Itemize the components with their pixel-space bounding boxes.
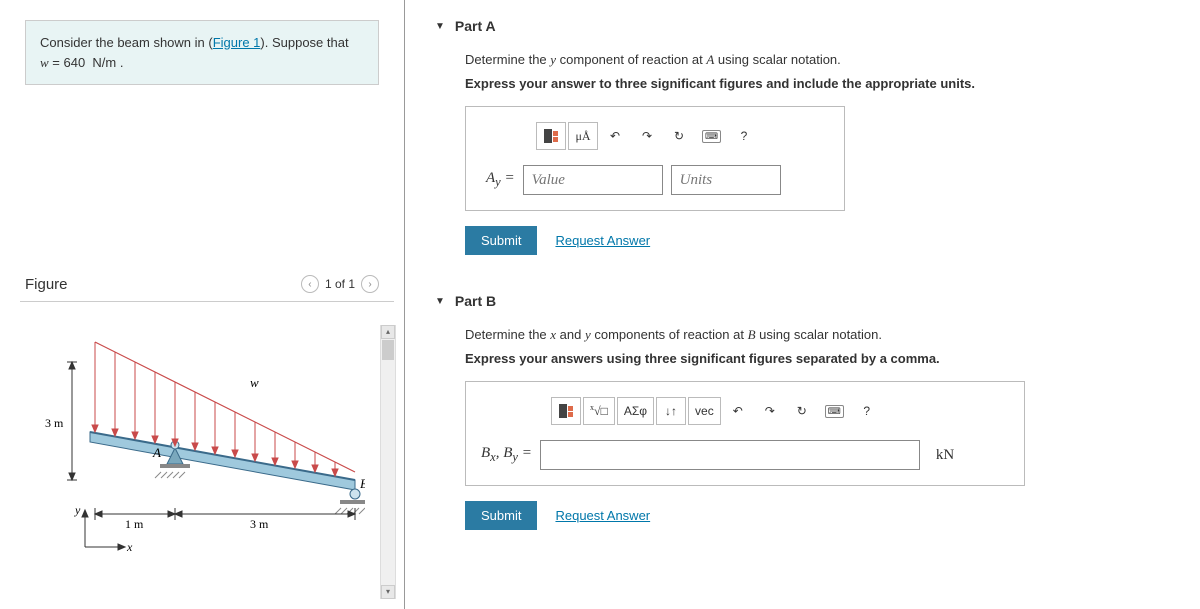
part-a-submit-row: Submit Request Answer — [465, 226, 1170, 255]
problem-var: w — [40, 55, 49, 70]
part-a-header[interactable]: ▼ Part A — [435, 10, 1180, 42]
problem-equation: = 640 N/m . — [49, 55, 124, 70]
subscript-button[interactable]: ↓↑ — [656, 397, 686, 425]
part-b-answer-box: x√□ ΑΣφ ↓↑ vec ↶ ↷ ↻ ⌨ ? Bx, By = kN — [465, 381, 1025, 486]
axis-y: y — [74, 503, 81, 517]
help-button[interactable]: ? — [852, 397, 882, 425]
redo-button[interactable]: ↷ — [755, 397, 785, 425]
part-b-answer-row: Bx, By = kN — [481, 440, 1009, 470]
part-b-section: ▼ Part B Determine the x and y component… — [435, 285, 1180, 540]
vec-button[interactable]: vec — [688, 397, 721, 425]
value-input[interactable] — [523, 165, 663, 195]
figure-nav-text: 1 of 1 — [325, 277, 355, 291]
submit-button[interactable]: Submit — [465, 501, 537, 530]
scroll-down-button[interactable]: ▾ — [381, 585, 395, 599]
request-answer-link[interactable]: Request Answer — [555, 233, 650, 248]
part-a-section: ▼ Part A Determine the y component of re… — [435, 10, 1180, 265]
greek-button[interactable]: ΑΣφ — [617, 397, 654, 425]
problem-text-post: ). Suppose that — [260, 35, 348, 50]
figure-link[interactable]: Figure 1 — [213, 35, 261, 50]
caret-down-icon: ▼ — [435, 296, 445, 307]
problem-statement: Consider the beam shown in (Figure 1). S… — [25, 20, 379, 85]
part-a-toolbar: μÅ ↶ ↷ ↻ ⌨ ? — [536, 122, 829, 150]
units-input[interactable] — [671, 165, 781, 195]
figure-next-button[interactable]: › — [361, 275, 379, 293]
part-b-title: Part B — [455, 293, 496, 309]
figure-diagram: 3 m 1 m 3 m — [0, 302, 404, 565]
scrollbar[interactable]: ▴ ▾ — [380, 325, 396, 599]
keyboard-button[interactable]: ⌨ — [819, 397, 850, 425]
caret-down-icon: ▼ — [435, 21, 445, 32]
part-b-header[interactable]: ▼ Part B — [435, 285, 1180, 317]
part-a-label: Ay = — [486, 170, 515, 190]
label-A: A — [152, 445, 161, 460]
part-b-instruction: Express your answers using three signifi… — [465, 351, 1170, 366]
keyboard-button[interactable]: ⌨ — [696, 122, 727, 150]
value-input[interactable] — [540, 440, 920, 470]
dim-3m-horiz: 3 m — [250, 517, 269, 531]
keyboard-icon: ⌨ — [825, 405, 844, 418]
part-b-prompt: Determine the x and y components of reac… — [465, 327, 1170, 343]
keyboard-icon: ⌨ — [702, 130, 721, 143]
figure-nav: ‹ 1 of 1 › — [301, 275, 379, 293]
root-button[interactable]: x√□ — [583, 397, 615, 425]
redo-button[interactable]: ↷ — [632, 122, 662, 150]
scroll-up-button[interactable]: ▴ — [381, 325, 395, 339]
label-B: B — [360, 476, 365, 491]
left-panel: Consider the beam shown in (Figure 1). S… — [0, 0, 405, 609]
dim-3m-vert: 3 m — [45, 416, 64, 430]
part-a-prompt: Determine the y component of reaction at… — [465, 52, 1170, 68]
reset-button[interactable]: ↻ — [787, 397, 817, 425]
dim-1m: 1 m — [125, 517, 144, 531]
undo-button[interactable]: ↶ — [723, 397, 753, 425]
scrollbar-thumb[interactable] — [382, 340, 394, 360]
part-b-label: Bx, By = — [481, 445, 532, 465]
root-icon: x√□ — [590, 403, 608, 419]
request-answer-link[interactable]: Request Answer — [555, 508, 650, 523]
axis-x: x — [126, 540, 133, 552]
mixed-fraction-icon — [544, 129, 558, 143]
undo-button[interactable]: ↶ — [600, 122, 630, 150]
reset-button[interactable]: ↻ — [664, 122, 694, 150]
part-a-title: Part A — [455, 18, 496, 34]
label-w: w — [250, 375, 259, 390]
figure-header: Figure ‹ 1 of 1 › — [0, 265, 404, 301]
fraction-icon — [559, 404, 573, 418]
part-b-toolbar: x√□ ΑΣφ ↓↑ vec ↶ ↷ ↻ ⌨ ? — [551, 397, 1009, 425]
right-panel: ▼ Part A Determine the y component of re… — [405, 0, 1200, 609]
part-b-submit-row: Submit Request Answer — [465, 501, 1170, 530]
template-button[interactable] — [536, 122, 566, 150]
figure-prev-button[interactable]: ‹ — [301, 275, 319, 293]
figure-title: Figure — [25, 276, 68, 293]
part-a-instruction: Express your answer to three significant… — [465, 76, 1170, 91]
help-button[interactable]: ? — [729, 122, 759, 150]
part-a-answer-row: Ay = — [486, 165, 829, 195]
problem-text-pre: Consider the beam shown in ( — [40, 35, 213, 50]
submit-button[interactable]: Submit — [465, 226, 537, 255]
template-button[interactable] — [551, 397, 581, 425]
units-button[interactable]: μÅ — [568, 122, 598, 150]
unit-label: kN — [936, 447, 954, 464]
part-a-answer-box: μÅ ↶ ↷ ↻ ⌨ ? Ay = — [465, 106, 845, 211]
